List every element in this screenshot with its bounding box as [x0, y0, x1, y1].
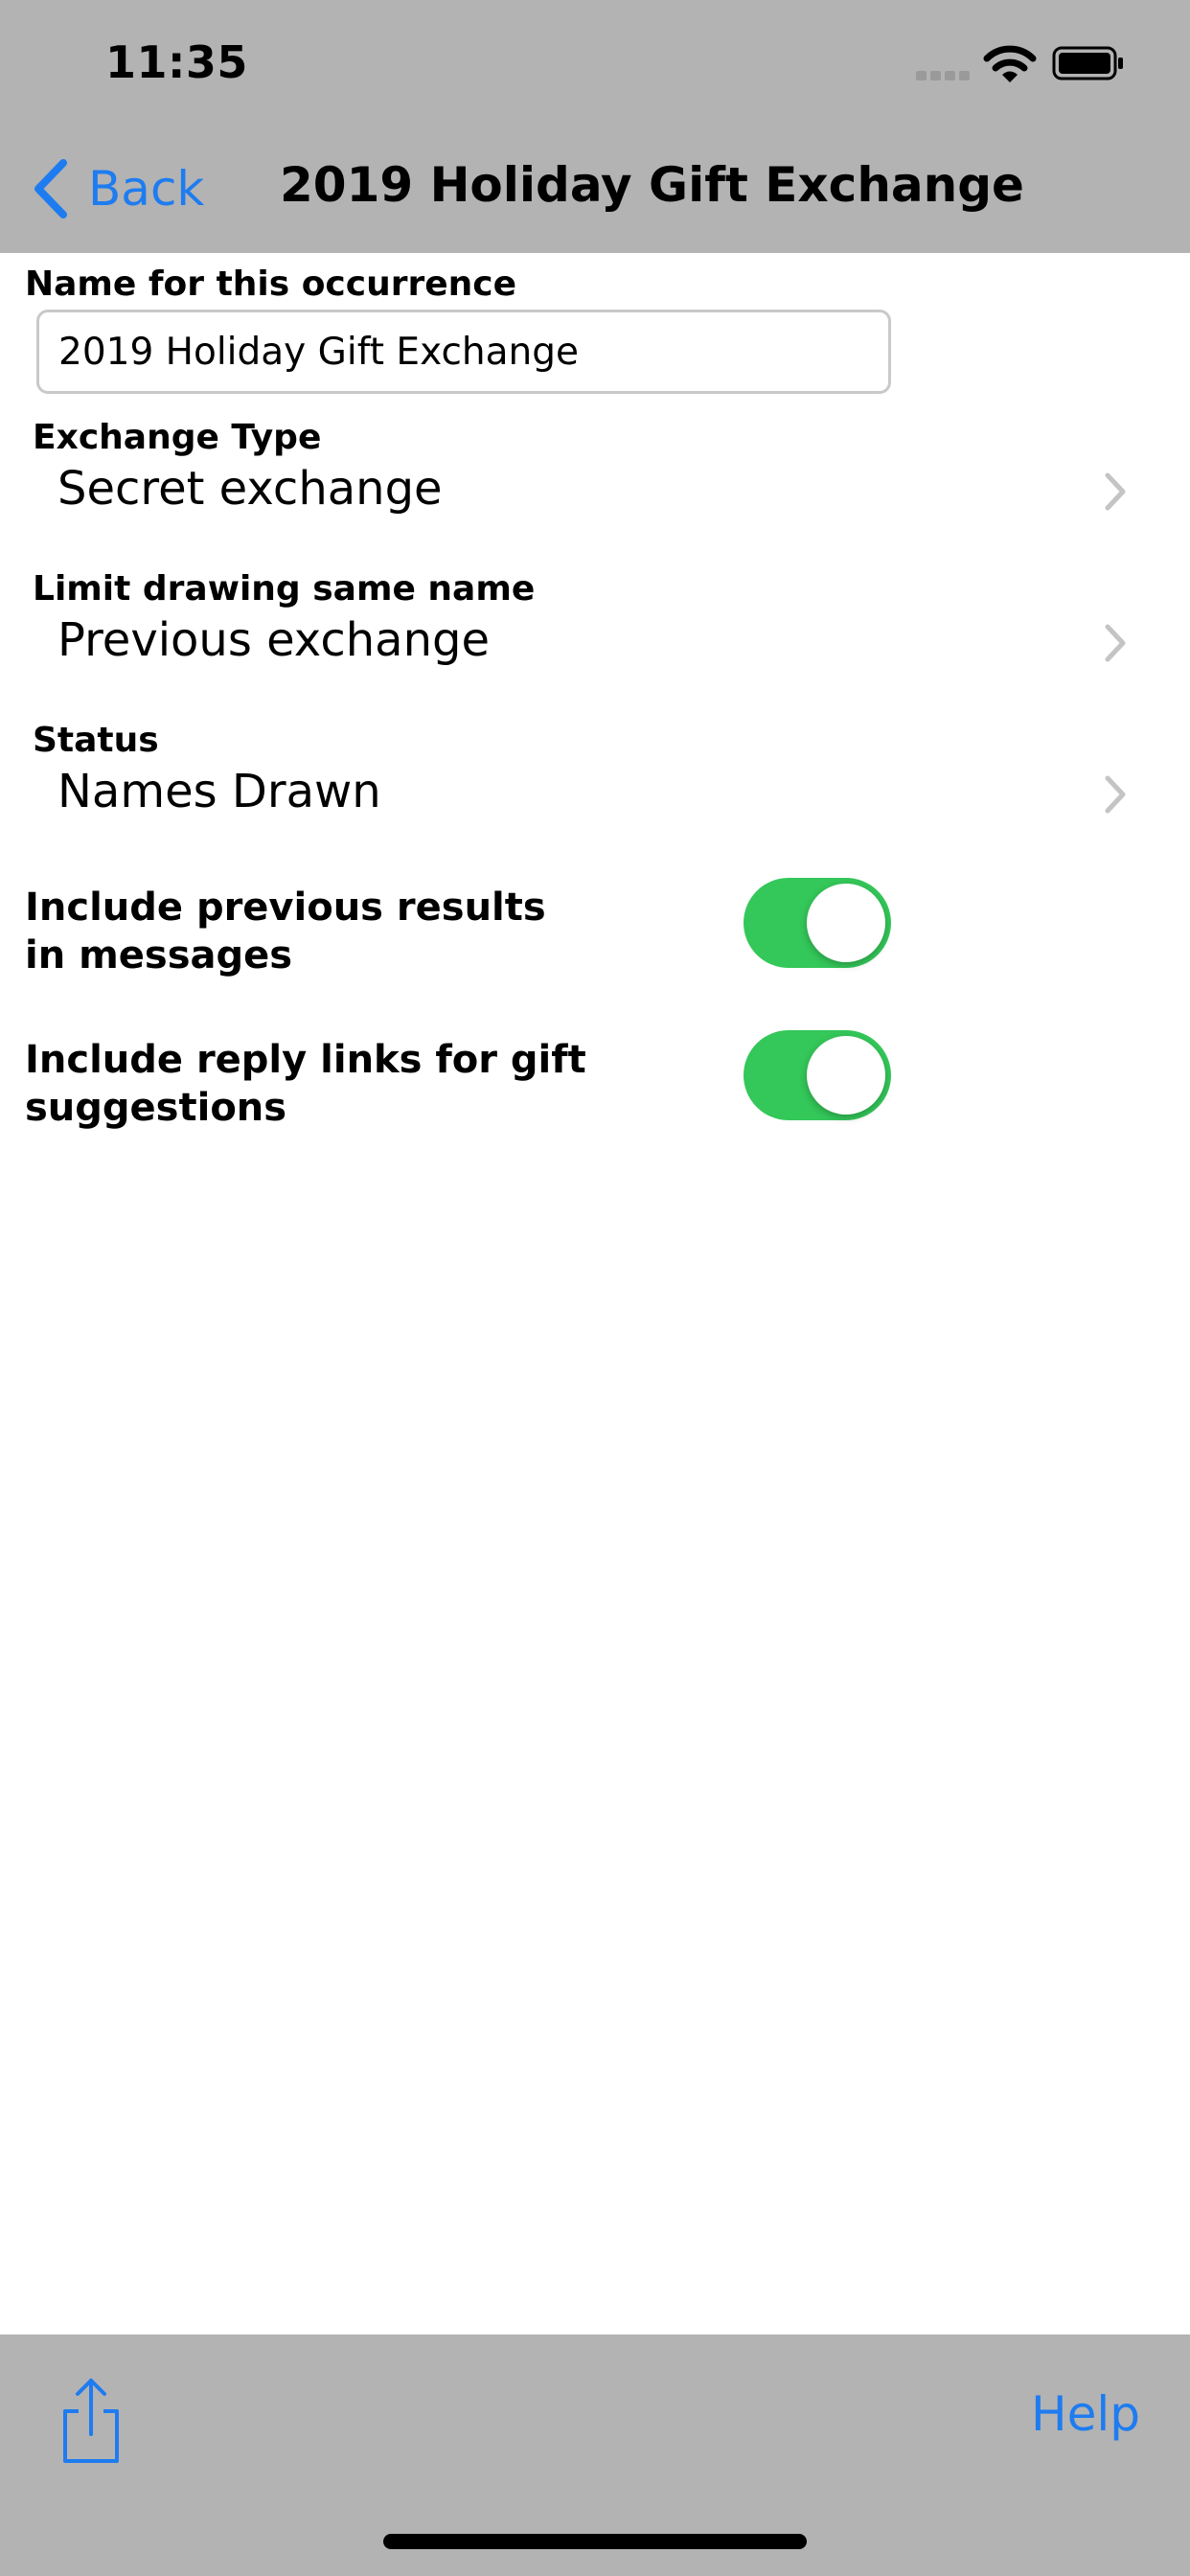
include-previous-toggle[interactable]: [744, 878, 891, 968]
include-previous-label: Include previous results in messages: [25, 886, 546, 978]
help-button[interactable]: Help: [1031, 2386, 1140, 2442]
name-input[interactable]: [36, 310, 891, 394]
back-button[interactable]: Back: [29, 153, 204, 224]
status-time: 11:35: [105, 36, 248, 88]
toggle-knob: [807, 1036, 885, 1115]
chevron-left-icon: [34, 159, 67, 218]
cellular-signal-icon: [916, 71, 972, 80]
exchange-type-row[interactable]: Secret exchange: [0, 450, 1190, 537]
exchange-type-value: Secret exchange: [57, 462, 443, 516]
share-icon[interactable]: [57, 2377, 125, 2465]
status-row[interactable]: Names Drawn: [0, 753, 1190, 840]
chevron-right-icon: [1105, 624, 1126, 662]
name-field-label: Name for this occurrence: [25, 264, 517, 304]
wifi-icon: [983, 45, 1037, 82]
limit-drawing-value: Previous exchange: [57, 613, 491, 667]
include-reply-links-label: Include reply links for gift suggestions: [25, 1038, 586, 1130]
include-reply-links-toggle[interactable]: [744, 1030, 891, 1120]
page-title: 2019 Holiday Gift Exchange: [280, 157, 1024, 213]
back-label: Back: [88, 161, 205, 217]
battery-icon: [1052, 46, 1123, 80]
toggle-knob: [807, 884, 885, 962]
chevron-right-icon: [1105, 472, 1126, 511]
chevron-right-icon: [1105, 775, 1126, 814]
limit-drawing-row[interactable]: Previous exchange: [0, 602, 1190, 688]
home-indicator: [383, 2534, 807, 2549]
status-value: Names Drawn: [57, 765, 381, 818]
